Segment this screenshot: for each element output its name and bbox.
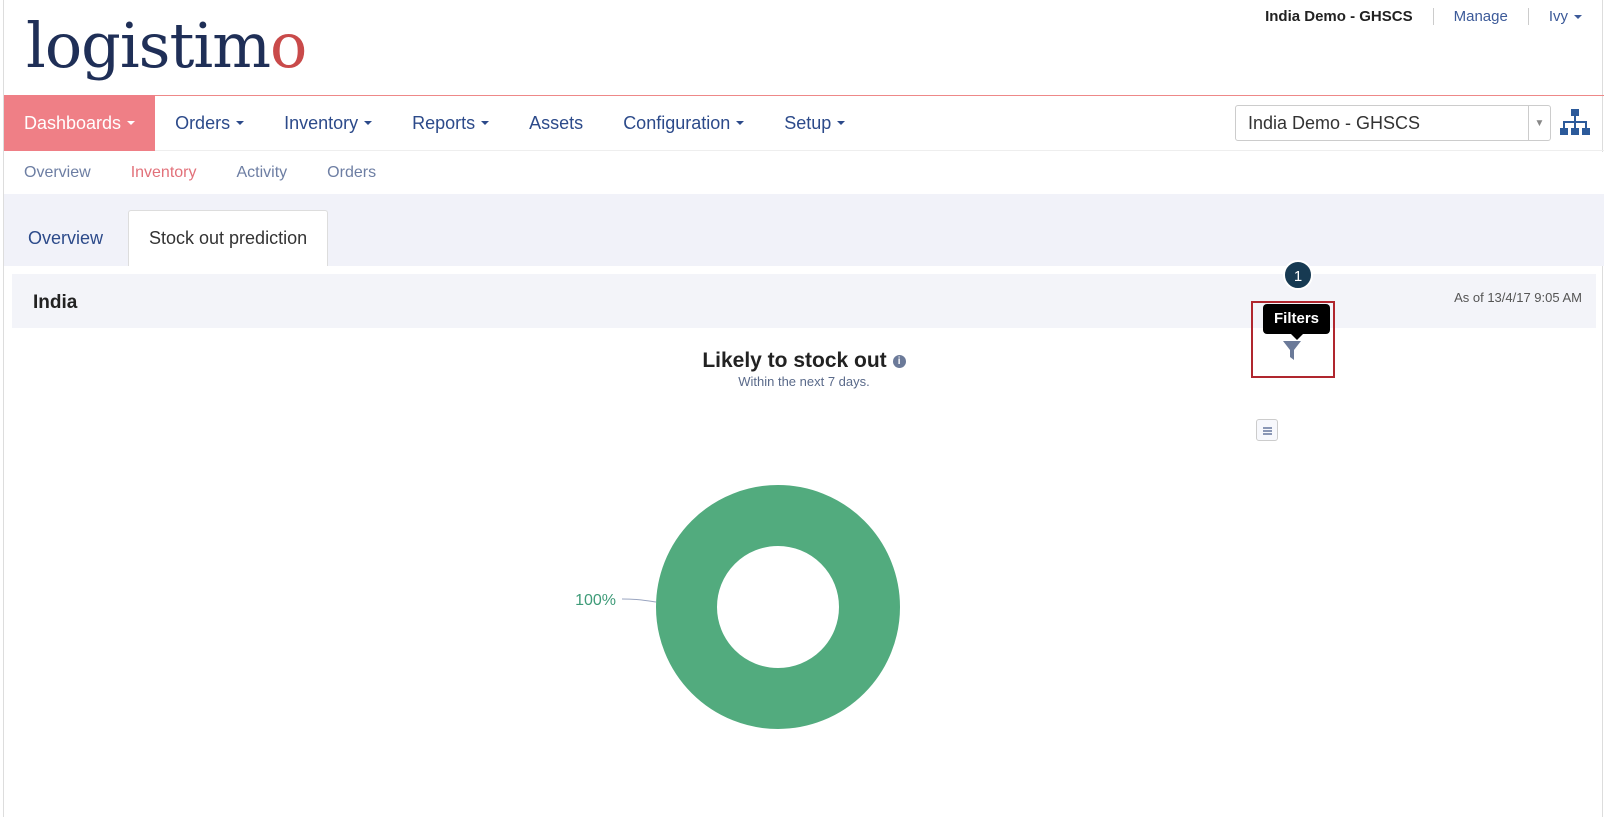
chevron-down-icon [127,121,136,125]
tab-bar: Overview Stock out prediction [4,194,1604,266]
nav-inventory[interactable]: Inventory [264,95,392,151]
nav-assets-label: Assets [529,112,584,133]
subnav-activity[interactable]: Activity [217,164,308,182]
stock-out-panel: India As of 13/4/17 9:05 AM Likely to st… [12,260,1596,810]
nav-setup[interactable]: Setup [764,95,865,151]
donut-chart: 100% [575,485,900,729]
chevron-down-icon [236,121,245,125]
subnav-overview[interactable]: Overview [4,164,111,182]
nav-setup-label: Setup [784,112,832,133]
logo-text-1: lo [26,9,82,82]
chevron-down-icon [481,121,490,125]
current-domain-label: India Demo - GHSCS [1265,8,1434,25]
nav-assets[interactable]: Assets [509,95,603,151]
subnav-inventory[interactable]: Inventory [111,164,217,182]
logo-text-2: gistim [81,9,271,82]
nav-inventory-label: Inventory [284,112,359,133]
chevron-down-icon [1574,15,1582,20]
chevron-down-icon [736,121,745,125]
nav-configuration[interactable]: Configuration [603,95,764,151]
tab-overview[interactable]: Overview [8,210,123,266]
domain-tree-icon[interactable] [1560,108,1590,136]
nav-dashboards-label: Dashboards [24,112,122,133]
filter-icon[interactable] [1282,340,1302,362]
chevron-down-icon [837,121,846,125]
user-menu[interactable]: Ivy [1529,8,1582,25]
sub-nav: Overview Inventory Activity Orders [4,152,1604,194]
dropdown-arrow-icon[interactable]: ▼ [1528,106,1550,140]
logo-text-3: o [270,9,307,82]
app-frame: logistimo India Demo - GHSCS Manage Ivy … [3,0,1604,817]
main-nav: Dashboards Orders Inventory Reports Asse… [4,95,1604,151]
domain-select[interactable]: India Demo - GHSCS ▼ [1235,105,1551,141]
nav-orders-label: Orders [175,112,231,133]
filters-tooltip: Filters [1263,304,1331,340]
nav-dashboards[interactable]: Dashboards [4,95,156,151]
data-label-connector [621,598,657,603]
nav-orders[interactable]: Orders [155,95,264,151]
subnav-orders[interactable]: Orders [307,164,396,182]
top-right-menu: India Demo - GHSCS Manage Ivy [1265,8,1582,25]
annotation-badge: 1 [1283,260,1313,290]
logo[interactable]: logistimo [26,6,307,86]
data-label: 100% [575,592,616,609]
nav-reports-label: Reports [412,112,476,133]
tab-stock-out-prediction[interactable]: Stock out prediction [128,210,329,266]
nav-reports[interactable]: Reports [392,95,509,151]
nav-configuration-label: Configuration [623,112,731,133]
donut-slice-0[interactable] [656,485,900,729]
chevron-down-icon [364,121,373,125]
manage-link[interactable]: Manage [1434,8,1529,25]
domain-select-value: India Demo - GHSCS [1248,112,1421,133]
user-name: Ivy [1548,8,1568,25]
